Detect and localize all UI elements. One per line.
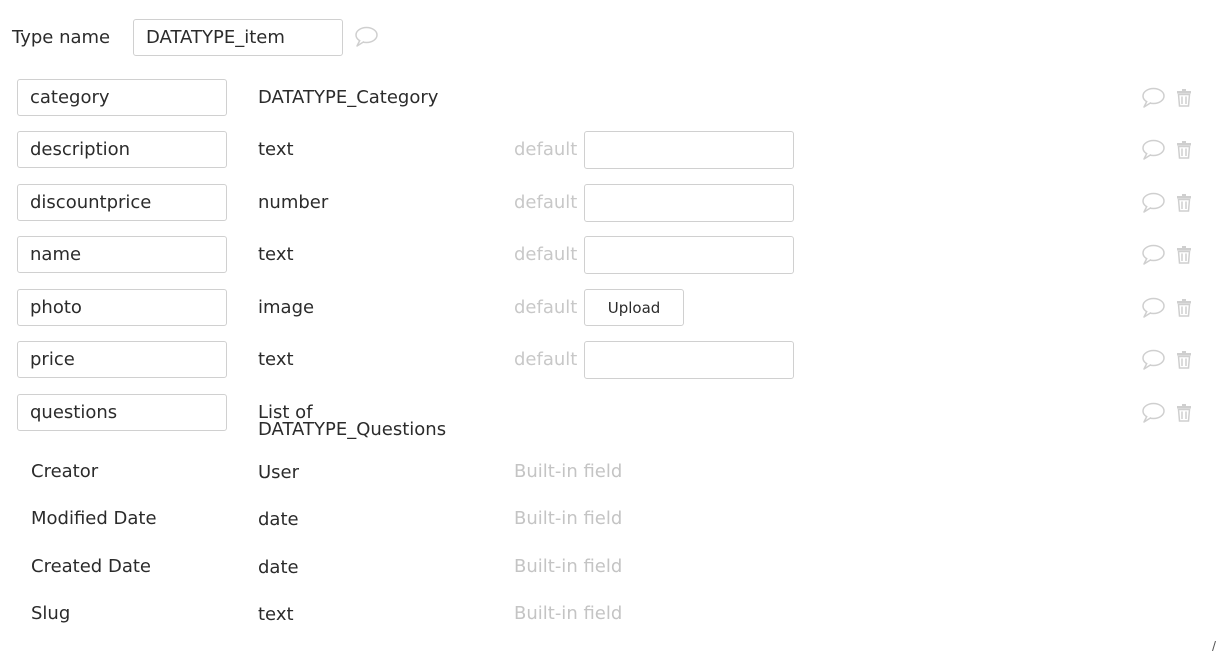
default-value-input-name[interactable]	[584, 236, 794, 274]
builtin-field-label: Built-in field	[514, 603, 623, 624]
field-type-photo: image	[258, 297, 315, 318]
field-name-input-questions[interactable]: questions	[17, 394, 227, 431]
field-name-input-name[interactable]: name	[17, 236, 227, 273]
field-type-discountprice: number	[258, 192, 329, 213]
builtin-field-label: Built-in field	[514, 556, 623, 577]
builtin-field-name: Slug	[31, 603, 71, 624]
builtin-field-type: date	[258, 509, 299, 530]
builtin-field-label: Built-in field	[514, 508, 623, 529]
trash-icon[interactable]	[1176, 350, 1192, 369]
speech-bubble-icon[interactable]	[1141, 139, 1165, 161]
field-name-input-description[interactable]: description	[17, 131, 227, 168]
default-label: default	[514, 192, 578, 213]
type-name-label: Type name	[12, 27, 111, 48]
field-name-input-discountprice[interactable]: discountprice	[17, 184, 227, 221]
trash-icon[interactable]	[1176, 403, 1192, 422]
field-type-name: text	[258, 244, 294, 265]
default-label: default	[514, 297, 578, 318]
field-name-input-photo[interactable]: photo	[17, 289, 227, 326]
trash-icon[interactable]	[1176, 140, 1192, 159]
builtin-field-type: text	[258, 604, 294, 625]
field-type-questions-line2: DATATYPE_Questions	[258, 419, 447, 440]
builtin-field-type: date	[258, 557, 299, 578]
trash-icon[interactable]	[1176, 298, 1192, 317]
speech-bubble-icon[interactable]	[1141, 87, 1165, 109]
default-label: default	[514, 244, 578, 265]
speech-bubble-icon[interactable]	[1141, 192, 1165, 214]
default-label: default	[514, 349, 578, 370]
trash-icon[interactable]	[1176, 245, 1192, 264]
speech-bubble-icon[interactable]	[1141, 297, 1165, 319]
speech-bubble-icon[interactable]	[354, 26, 378, 48]
resize-handle-icon[interactable]	[1212, 641, 1216, 651]
field-name-input-price[interactable]: price	[17, 341, 227, 378]
builtin-field-name: Creator	[31, 461, 99, 482]
builtin-field-type: User	[258, 462, 300, 483]
speech-bubble-icon[interactable]	[1141, 244, 1165, 266]
builtin-field-name: Created Date	[31, 556, 151, 577]
default-value-input-price[interactable]	[584, 341, 794, 379]
trash-icon[interactable]	[1176, 88, 1192, 107]
default-label: default	[514, 139, 578, 160]
type-name-input[interactable]: DATATYPE_item	[133, 19, 343, 56]
default-value-input-description[interactable]	[584, 131, 794, 169]
builtin-field-name: Modified Date	[31, 508, 157, 529]
default-value-input-discountprice[interactable]	[584, 184, 794, 222]
field-type-price: text	[258, 349, 294, 370]
speech-bubble-icon[interactable]	[1141, 349, 1165, 371]
field-type-description: text	[258, 139, 294, 160]
builtin-field-label: Built-in field	[514, 461, 623, 482]
field-type-category: DATATYPE_Category	[258, 87, 439, 108]
trash-icon[interactable]	[1176, 193, 1192, 212]
field-name-input-category[interactable]: category	[17, 79, 227, 116]
speech-bubble-icon[interactable]	[1141, 402, 1165, 424]
upload-button[interactable]: Upload	[584, 289, 684, 326]
